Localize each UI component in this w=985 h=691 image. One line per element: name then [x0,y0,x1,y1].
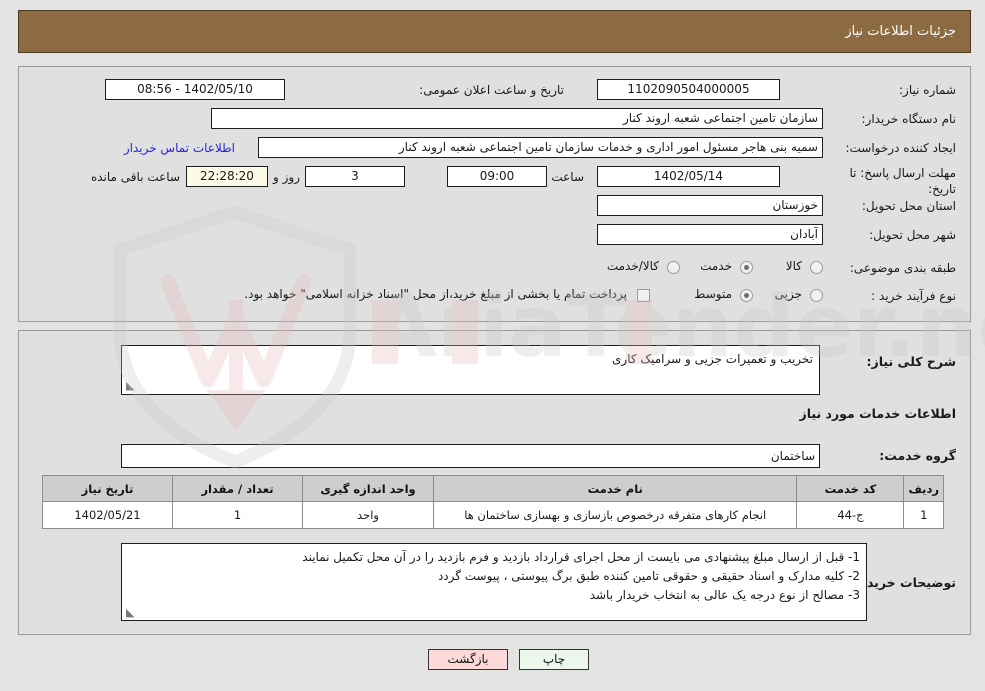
page-header-bar: جزئیات اطلاعات نیاز [18,10,971,53]
remaining-hours-label: ساعت باقی مانده [90,170,180,184]
delivery-city-value: آبادان [597,224,823,245]
page-title: جزئیات اطلاعات نیاز [845,24,956,39]
requester-label: ایجاد کننده درخواست: [845,141,956,155]
remaining-days-unit-label: روز و [273,170,300,184]
treasury-bonds-label: پرداخت تمام یا بخشی از مبلغ خرید،از محل … [244,287,627,301]
print-button[interactable]: چاپ [519,649,589,670]
announce-datetime-label: تاریخ و ساعت اعلان عمومی: [419,83,564,97]
process-radio-jozei[interactable] [810,289,823,302]
cell-row-number: 1 [903,501,944,529]
back-button[interactable]: بازگشت [428,649,508,670]
treasury-bonds-checkbox[interactable] [637,289,650,302]
buyer-org-value: سازمان تامین اجتماعی شعبه اروند کنار [211,108,823,129]
cell-service-name: انجام کارهای متفرقه درخصوص بازسازی و بهس… [432,501,798,529]
cell-quantity: 1 [172,501,303,529]
delivery-city-label: شهر محل تحویل: [869,228,956,242]
cell-need-date: 1402/05/21 [42,501,173,529]
services-section-title: اطلاعات خدمات مورد نیاز [799,406,957,421]
cell-service-code: ج-44 [796,501,905,529]
category-radio-khedmat-label: خدمت [700,259,732,273]
services-table: ردیف کد خدمت نام خدمت واحد اندازه گیری ت… [42,475,944,529]
deadline-label: مهلت ارسال پاسخ: تا تاریخ: [849,166,956,196]
buyer-notes-resize-grip-icon[interactable]: ◢ [126,606,136,619]
deadline-time-label: ساعت [551,170,584,184]
table-header-unit: واحد اندازه گیری [302,475,434,502]
buyer-org-label: نام دستگاه خریدار: [861,112,957,126]
table-row: 1 ج-44 انجام کارهای متفرقه درخصوص بازساز… [42,501,944,529]
buyer-contact-link[interactable]: اطلاعات تماس خریدار [124,141,235,155]
deadline-time-value: 09:00 [447,166,547,187]
general-description-value[interactable]: تخریب و تعمیرات جزیی و سرامیک کاری [121,345,820,395]
need-info-panel: شماره نیاز: 1102090504000005 تاریخ و ساع… [18,66,971,322]
countdown-timer-value: 22:28:20 [186,166,268,187]
table-header-row: ردیف کد خدمت نام خدمت واحد اندازه گیری ت… [42,475,944,502]
process-radio-motavaset[interactable] [740,289,753,302]
requester-value: سمیه بنی هاجر مسئول امور اداری و خدمات س… [258,137,823,158]
resize-grip-icon[interactable]: ◢ [126,379,136,392]
delivery-province-label: استان محل تحویل: [861,199,956,213]
deadline-date-value: 1402/05/14 [597,166,780,187]
remaining-days-value: 3 [305,166,405,187]
need-number-value: 1102090504000005 [597,79,780,100]
table-header-row-number: ردیف [903,475,944,502]
category-radio-kala[interactable] [810,261,823,274]
announce-datetime-value: 1402/05/10 - 08:56 [105,79,285,100]
table-header-quantity: تعداد / مقدار [172,475,303,502]
need-number-label: شماره نیاز: [899,83,956,97]
table-header-service-code: کد خدمت [796,475,905,502]
category-radio-kala-khedmat[interactable] [667,261,680,274]
cell-unit: واحد [302,501,434,529]
service-group-label: گروه خدمت: [879,448,956,463]
general-description-label: شرح کلی نیاز: [866,354,956,369]
category-radio-kala-khedmat-label: کالا/خدمت [606,259,659,273]
process-radio-jozei-label: جزیی [774,287,802,301]
process-radio-motavaset-label: متوسط [694,287,732,301]
category-radio-khedmat[interactable] [740,261,753,274]
service-group-value: ساختمان [121,444,820,468]
category-label: طبقه بندی موضوعی: [849,261,956,275]
delivery-province-value: خوزستان [597,195,823,216]
purchase-process-label: نوع فرآیند خرید : [871,289,956,303]
table-header-service-name: نام خدمت [432,475,798,502]
buyer-notes-value[interactable]: 1- قبل از ارسال مبلغ پیشنهادی می بایست ا… [121,543,867,621]
table-header-need-date: تاریخ نیاز [42,475,173,502]
category-radio-kala-label: کالا [785,259,802,273]
